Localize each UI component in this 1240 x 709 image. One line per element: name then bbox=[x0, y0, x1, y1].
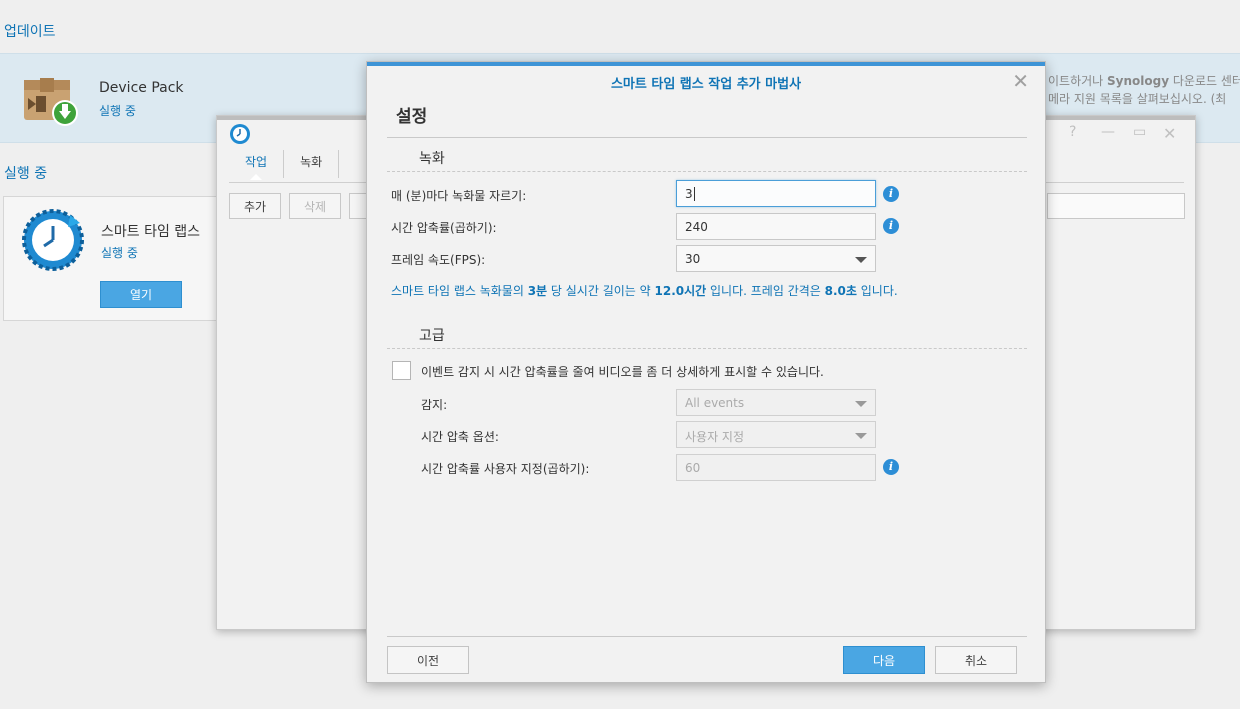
tab-tasks[interactable]: 작업 bbox=[229, 150, 285, 180]
summary-bold1: 3분 bbox=[527, 284, 548, 298]
add-task-wizard-dialog: 스마트 타임 랩스 작업 추가 마법사 ✕ 설정 녹화 매 (분)마다 녹화물 … bbox=[366, 61, 1046, 683]
dialog-topbar bbox=[367, 62, 1045, 66]
fps-select[interactable]: 30 bbox=[676, 245, 876, 272]
help-icon[interactable]: ? bbox=[1069, 124, 1076, 140]
cancel-button[interactable]: 취소 bbox=[935, 646, 1017, 674]
summary-text: 스마트 타임 랩스 녹화물의 3분 당 실시간 길이는 약 12.0시간 입니다… bbox=[391, 282, 898, 299]
close-icon[interactable]: ✕ bbox=[1012, 69, 1029, 93]
chevron-down-icon bbox=[855, 257, 867, 263]
compression-option-value: 사용자 지정 bbox=[685, 430, 745, 444]
compression-label: 시간 압축률(곱하기): bbox=[391, 221, 497, 235]
summary-part4: 입니다. bbox=[856, 284, 898, 298]
summary-part3: 입니다. 프레임 간격은 bbox=[706, 284, 825, 298]
smart-time-lapse-icon bbox=[22, 209, 84, 271]
add-button[interactable]: 추가 bbox=[229, 193, 281, 219]
summary-part2: 당 실시간 길이는 약 bbox=[547, 284, 655, 298]
summary-bold3: 8.0초 bbox=[824, 284, 857, 298]
update-section-title: 업데이트 bbox=[4, 24, 56, 40]
heading-divider bbox=[387, 137, 1027, 138]
device-pack-status: 실행 중 bbox=[99, 104, 136, 118]
custom-compression-input[interactable]: 60 bbox=[676, 454, 876, 481]
detection-label: 감지: bbox=[421, 398, 448, 412]
compression-input[interactable]: 240 bbox=[676, 213, 876, 240]
advanced-group-title: 고급 bbox=[419, 328, 445, 344]
desc-line2: 메라 지원 목록을 살펴보십시오. (최 bbox=[1048, 92, 1227, 106]
summary-part1: 스마트 타임 랩스 녹화물의 bbox=[391, 284, 528, 298]
app-clock-icon bbox=[229, 123, 251, 145]
event-detection-checkbox[interactable] bbox=[392, 361, 411, 380]
delete-button[interactable]: 삭제 bbox=[289, 193, 341, 219]
cut-every-value: 3 bbox=[685, 187, 693, 201]
cut-every-label: 매 (분)마다 녹화물 자르기: bbox=[391, 189, 527, 203]
next-button[interactable]: 다음 bbox=[843, 646, 925, 674]
desc-line1-suffix: 다운로드 센터 bbox=[1169, 74, 1240, 88]
desc-line1-bold: Synology bbox=[1107, 74, 1170, 88]
smart-time-lapse-name: 스마트 타임 랩스 bbox=[101, 224, 201, 240]
device-pack-description: 이트하거나 Synology 다운로드 센터 메라 지원 목록을 살펴보십시오.… bbox=[1048, 72, 1240, 108]
smart-time-lapse-status: 실행 중 bbox=[101, 246, 138, 260]
tab-recordings[interactable]: 녹화 bbox=[284, 150, 340, 178]
cut-every-info-icon[interactable]: i bbox=[883, 186, 899, 202]
device-pack-name: Device Pack bbox=[99, 80, 184, 96]
recording-group-title: 녹화 bbox=[419, 151, 445, 167]
minimize-icon[interactable]: — bbox=[1101, 124, 1115, 140]
settings-heading: 설정 bbox=[396, 107, 428, 127]
dialog-title: 스마트 타임 랩스 작업 추가 마법사 bbox=[610, 77, 802, 92]
fps-label: 프레임 속도(FPS): bbox=[391, 253, 486, 267]
recording-group-divider bbox=[387, 171, 1027, 172]
detection-select[interactable]: All events bbox=[676, 389, 876, 416]
chevron-down-icon bbox=[855, 433, 867, 439]
compression-option-label: 시간 압축 옵션: bbox=[421, 430, 499, 444]
compression-option-select[interactable]: 사용자 지정 bbox=[676, 421, 876, 448]
fps-value: 30 bbox=[685, 252, 701, 266]
open-button[interactable]: 열기 bbox=[100, 281, 182, 308]
advanced-group-divider bbox=[387, 348, 1027, 349]
desc-line1-prefix: 이트하거나 bbox=[1048, 74, 1108, 88]
window-close-icon[interactable]: ✕ bbox=[1163, 124, 1176, 143]
custom-compression-label: 시간 압축률 사용자 지정(곱하기): bbox=[421, 462, 590, 476]
event-detection-label: 이벤트 감지 시 시간 압축률을 줄여 비디오를 좀 더 상세하게 표시할 수 … bbox=[421, 365, 824, 379]
summary-bold2: 12.0시간 bbox=[654, 284, 707, 298]
running-package-card: 스마트 타임 랩스 실행 중 열기 bbox=[3, 196, 243, 321]
search-input[interactable] bbox=[1047, 193, 1185, 219]
device-pack-icon bbox=[22, 74, 78, 126]
app-tabs: 작업 녹화 bbox=[229, 150, 340, 180]
footer-divider bbox=[387, 636, 1027, 637]
custom-compression-info-icon[interactable]: i bbox=[883, 459, 899, 475]
chevron-down-icon bbox=[855, 401, 867, 407]
prev-button[interactable]: 이전 bbox=[387, 646, 469, 674]
cut-every-input[interactable]: 3 bbox=[676, 180, 876, 207]
running-section-title: 실행 중 bbox=[4, 166, 48, 182]
compression-info-icon[interactable]: i bbox=[883, 218, 899, 234]
detection-value: All events bbox=[685, 396, 745, 410]
maximize-icon[interactable]: ▭ bbox=[1133, 124, 1146, 140]
